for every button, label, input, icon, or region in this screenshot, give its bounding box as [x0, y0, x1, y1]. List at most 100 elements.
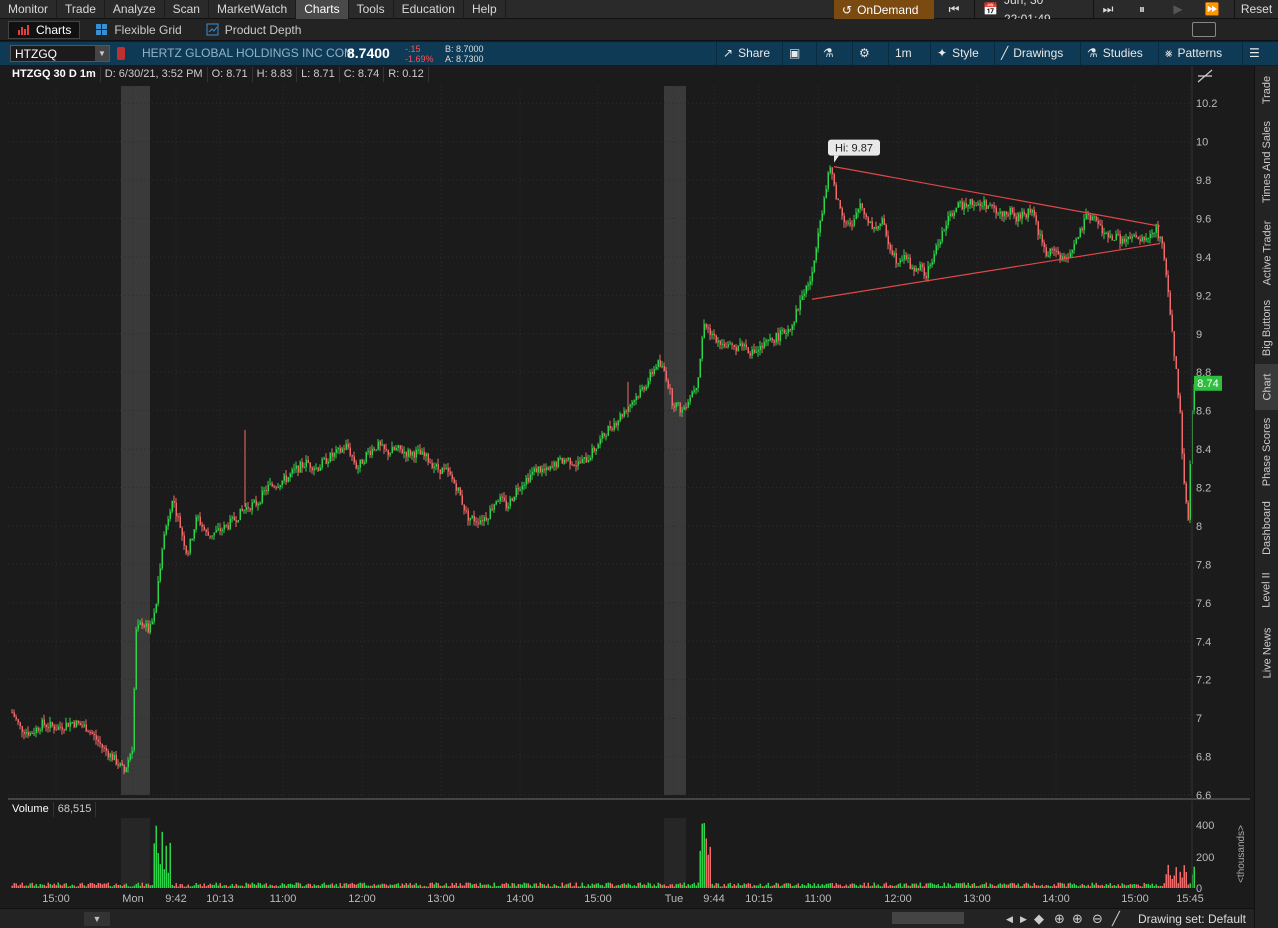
- candle-body: [285, 475, 287, 482]
- volume-bar: [829, 883, 831, 888]
- price-chart[interactable]: 10.2109.89.69.49.298.88.68.48.287.87.67.…: [0, 66, 1254, 908]
- candle-body: [449, 471, 451, 475]
- right-tab-dashboard[interactable]: Dashboard: [1255, 494, 1278, 562]
- volume-bar: [1119, 886, 1121, 888]
- draw-line-icon[interactable]: ╱: [1112, 909, 1120, 928]
- candle-body: [115, 754, 117, 765]
- tab-product-depth[interactable]: Product Depth: [197, 21, 311, 39]
- volume-bar: [569, 882, 571, 888]
- candle-body: [963, 203, 965, 210]
- candle-body: [1083, 218, 1085, 231]
- pause-icon[interactable]: ⏸: [1132, 0, 1152, 19]
- volume-bar: [1025, 882, 1027, 888]
- studies-button[interactable]: ⚗ Studies: [1080, 42, 1149, 65]
- tab-charts[interactable]: Charts: [8, 20, 81, 39]
- volume-bar: [1175, 867, 1177, 888]
- time-scrollbar-thumb[interactable]: [892, 912, 964, 924]
- menu-item-trade[interactable]: Trade: [57, 0, 105, 19]
- volume-bar: [77, 886, 79, 888]
- menu-item-analyze[interactable]: Analyze: [105, 0, 165, 19]
- candle-body: [595, 448, 597, 452]
- aggregation-button[interactable]: 1m: [888, 42, 918, 65]
- volume-bar: [541, 883, 543, 888]
- reset-button[interactable]: Reset: [1234, 0, 1278, 19]
- play-icon[interactable]: ▶: [1168, 0, 1188, 19]
- expand-icon[interactable]: ◆: [1034, 909, 1044, 928]
- menu-list-icon[interactable]: ☰: [1242, 42, 1266, 65]
- candle-body: [1069, 252, 1071, 258]
- ondemand-button[interactable]: ↺ OnDemand: [834, 0, 934, 19]
- menu-item-help[interactable]: Help: [464, 0, 506, 19]
- candle-body: [355, 462, 357, 469]
- candle-body: [689, 397, 691, 402]
- volume-bar: [863, 882, 865, 888]
- volume-bar: [597, 883, 599, 888]
- zoom-out-icon[interactable]: ⊖: [1092, 909, 1103, 928]
- volume-bar: [225, 885, 227, 888]
- scroll-start-button[interactable]: ▼: [84, 912, 110, 926]
- candle-body: [1169, 292, 1171, 315]
- screenshot-icon[interactable]: ▣: [782, 42, 806, 65]
- scroll-right-icon[interactable]: ▶: [1020, 909, 1027, 928]
- candle-body: [1181, 412, 1183, 454]
- crosshair-icon[interactable]: ⊕: [1054, 909, 1065, 928]
- chart-settings-icon[interactable]: [1197, 69, 1213, 83]
- candle-body: [39, 729, 41, 731]
- skip-forward-icon[interactable]: ⏭: [1098, 0, 1118, 19]
- candle-body: [65, 722, 67, 730]
- volume-bar: [755, 885, 757, 888]
- volume-bar: [645, 885, 647, 888]
- y-tick-label: 7.8: [1196, 559, 1211, 571]
- y-tick-label: 7.6: [1196, 598, 1211, 610]
- right-tab-phase-scores[interactable]: Phase Scores: [1255, 412, 1278, 492]
- fast-forward-icon[interactable]: ⏩: [1202, 0, 1222, 19]
- patterns-button[interactable]: ⨳ Patterns: [1158, 42, 1228, 65]
- right-tab-trade[interactable]: Trade: [1255, 70, 1278, 110]
- ondemand-datetime[interactable]: 📅 Jun, 30 22:01:49: [974, 0, 1094, 26]
- menu-item-monitor[interactable]: Monitor: [0, 0, 58, 19]
- volume-bar: [481, 884, 483, 888]
- menu-item-scan[interactable]: Scan: [165, 0, 209, 19]
- right-tab-times-and-sales[interactable]: Times And Sales: [1255, 112, 1278, 212]
- candle-body: [59, 726, 61, 728]
- style-button[interactable]: ✦ Style: [930, 42, 985, 65]
- volume-bar: [255, 885, 257, 888]
- candle-body: [79, 723, 81, 726]
- right-tab-live-news[interactable]: Live News: [1255, 618, 1278, 688]
- right-tab-big-buttons[interactable]: Big Buttons: [1255, 294, 1278, 362]
- alert-flag-icon[interactable]: [117, 47, 125, 60]
- candle-body: [577, 461, 579, 467]
- tab-flexible-grid[interactable]: Flexible Grid: [86, 21, 190, 39]
- candle-body: [473, 515, 475, 522]
- candle-body: [97, 739, 99, 742]
- symbol-dropdown-icon[interactable]: ▼: [95, 46, 109, 61]
- right-tab-level-ii[interactable]: Level II: [1255, 564, 1278, 616]
- volume-bar: [909, 885, 911, 888]
- volume-bar: [579, 886, 581, 888]
- y-tick-label: 6.8: [1196, 752, 1211, 764]
- drawings-button[interactable]: ╱ Drawings: [994, 42, 1069, 65]
- skip-back-icon[interactable]: ⏮: [944, 0, 964, 19]
- candle-body: [373, 448, 375, 451]
- menu-item-marketwatch[interactable]: MarketWatch: [209, 0, 297, 19]
- layout-icon[interactable]: [1192, 22, 1216, 37]
- menu-item-education[interactable]: Education: [394, 0, 464, 19]
- volume-bar: [223, 885, 225, 888]
- scroll-left-icon[interactable]: ◀: [1006, 909, 1013, 928]
- candle-body: [789, 328, 791, 331]
- candle-body: [307, 459, 309, 463]
- right-tab-chart[interactable]: Chart: [1255, 364, 1278, 410]
- volume-bar: [903, 883, 905, 888]
- share-button[interactable]: ↗ Share: [716, 42, 776, 65]
- zoom-in-icon[interactable]: ⊕: [1072, 909, 1083, 928]
- right-tab-active-trader[interactable]: Active Trader: [1255, 214, 1278, 292]
- volume-bar: [293, 885, 295, 888]
- volume-bar: [1049, 886, 1051, 888]
- drawing-set-label[interactable]: Drawing set: Default: [1138, 909, 1246, 928]
- gear-icon[interactable]: ⚙: [852, 42, 876, 65]
- volume-bar: [117, 885, 119, 888]
- menu-item-tools[interactable]: Tools: [349, 0, 394, 19]
- flask-icon[interactable]: ⚗: [816, 42, 840, 65]
- candle-body: [145, 623, 147, 627]
- menu-item-charts[interactable]: Charts: [296, 0, 349, 19]
